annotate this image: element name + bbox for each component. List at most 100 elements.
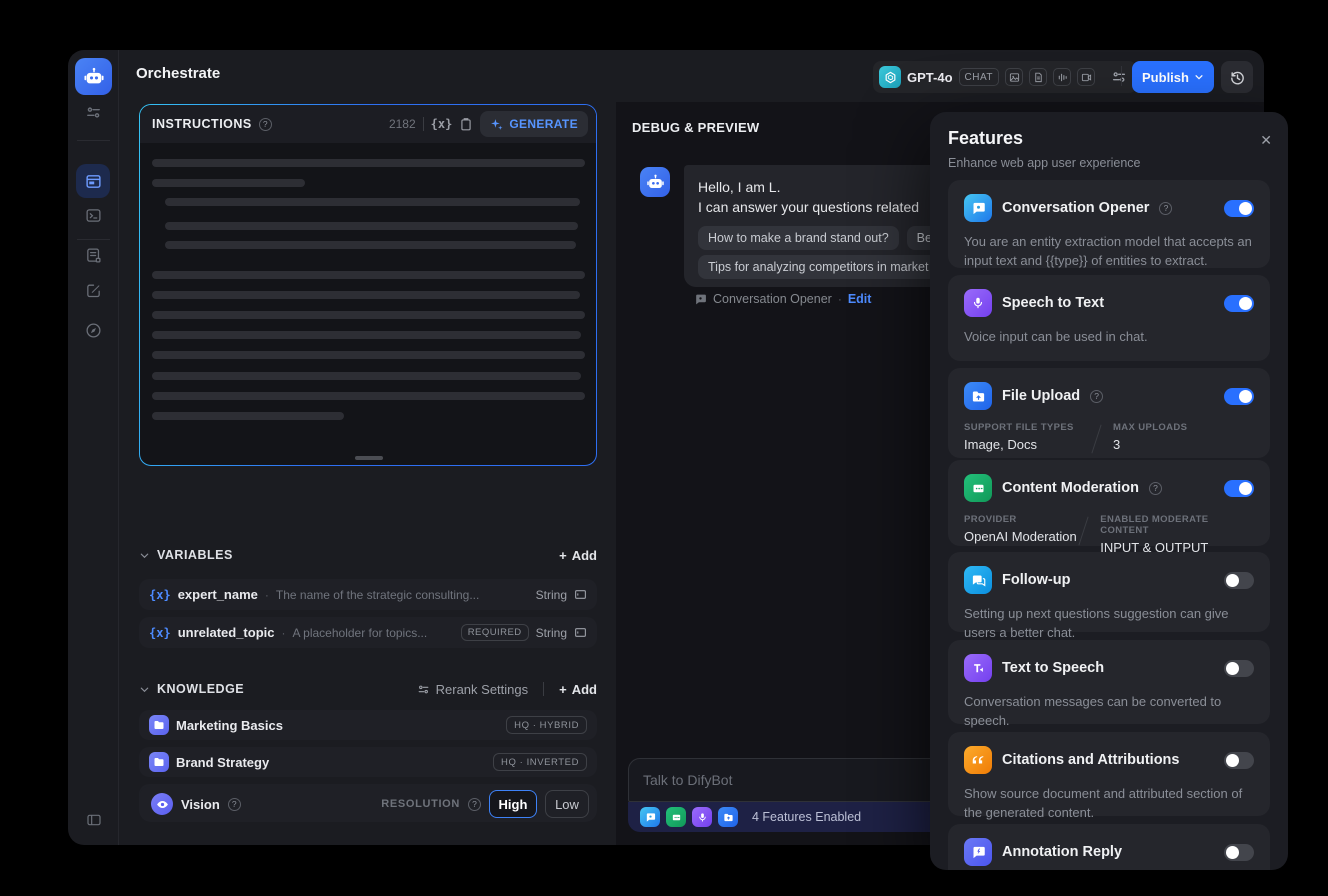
variable-type: String	[535, 587, 567, 602]
annotation-icon	[87, 284, 100, 298]
dot-separator: ·	[281, 625, 286, 640]
generate-label: GENERATE	[509, 117, 578, 131]
sidebar-item-terminal[interactable]	[68, 207, 119, 224]
follow-up-icon	[964, 566, 992, 594]
feature-card-text-to-speech: Text to Speech Conversation messages can…	[948, 640, 1270, 728]
rerank-label: Rerank Settings	[435, 681, 529, 697]
input-field-icon	[574, 626, 587, 639]
chevron-down-icon	[140, 687, 149, 692]
help-icon[interactable]: ?	[1148, 481, 1162, 495]
vision-eye-icon	[151, 793, 173, 815]
feature-title: Conversation Opener	[1002, 200, 1150, 216]
feature-card-conversation-opener: Conversation Opener ? You are an entity …	[948, 180, 1270, 268]
screenshot-stage: Orchestrate GPT-4o CHAT Publish INSTRUCT…	[0, 0, 1328, 896]
feature-card-follow-up: Follow-up Setting up next questions sugg…	[948, 552, 1270, 640]
sliders-icon	[418, 685, 428, 693]
sidebar	[68, 50, 119, 845]
sidebar-divider	[77, 140, 110, 141]
collapse-variables-button[interactable]	[139, 550, 150, 561]
toggle-annotation-reply[interactable]	[1224, 843, 1254, 861]
toggle-speech-to-text[interactable]	[1224, 294, 1254, 312]
collapse-knowledge-button[interactable]	[139, 684, 150, 695]
chevron-down-icon	[140, 553, 149, 558]
page-title: Orchestrate	[136, 65, 221, 82]
feature-description: You are an entity extraction model that …	[964, 234, 1252, 268]
copy-button[interactable]	[459, 117, 473, 131]
knowledge-label: KNOWLEDGE	[157, 682, 245, 696]
model-mode-badge: CHAT	[958, 68, 999, 86]
sidebar-item-logs[interactable]	[68, 247, 119, 264]
bot-avatar	[640, 167, 670, 197]
suggested-question-chip[interactable]: How to make a brand stand out?	[698, 226, 899, 250]
variable-row[interactable]: {x} expert_name · The name of the strate…	[139, 579, 597, 610]
help-icon[interactable]: ?	[1090, 389, 1104, 403]
terminal-icon	[86, 209, 101, 222]
feature-card-content-moderation: Content Moderation ? PROVIDER OpenAI Mod…	[948, 460, 1270, 555]
resolution-low-button[interactable]: Low	[545, 790, 589, 818]
model-selector[interactable]: GPT-4o CHAT	[873, 61, 1137, 93]
sidebar-item-orchestrate[interactable]	[76, 164, 110, 198]
app-window-icon	[85, 174, 101, 188]
close-icon[interactable]: ✕	[1260, 132, 1272, 149]
publish-button[interactable]: Publish	[1132, 61, 1214, 93]
feature-title: Citations and Attributions	[1002, 752, 1180, 768]
divider	[543, 682, 545, 696]
knowledge-row[interactable]: Brand Strategy HQ · INVERTED	[139, 747, 597, 777]
add-knowledge-button[interactable]: + Add	[559, 682, 597, 697]
help-icon[interactable]: ?	[227, 797, 241, 811]
dot-separator: ·	[837, 292, 842, 306]
feature-card-annotation-reply: Annotation Reply	[948, 824, 1270, 870]
suggested-question-chip[interactable]: Tips for analyzing competitors in market	[698, 255, 939, 279]
instructions-editor[interactable]: INSTRUCTIONS ? 2182 {x} GENERATE	[139, 104, 597, 466]
sliders-icon	[1113, 72, 1125, 82]
feature-description: Setting up next questions suggestion can…	[964, 606, 1229, 640]
resolution-high-button[interactable]: High	[489, 790, 537, 818]
resize-handle[interactable]	[355, 456, 383, 460]
video-capability-icon	[1077, 68, 1095, 86]
file-upload-icon	[964, 382, 992, 410]
content-moderation-mini-icon	[666, 807, 686, 827]
version-history-button[interactable]	[1221, 61, 1253, 93]
sparkle-icon	[491, 118, 503, 130]
sidebar-item-monitoring[interactable]	[68, 322, 119, 339]
column-label: PROVIDER	[964, 514, 1017, 525]
features-enabled-label: 4 Features Enabled	[752, 810, 862, 824]
variable-icon: {x}	[149, 587, 171, 602]
help-icon[interactable]: ?	[468, 797, 481, 811]
app-avatar-robot-icon[interactable]	[75, 58, 112, 95]
toggle-citations[interactable]	[1224, 751, 1254, 769]
add-variable-button[interactable]: + Add	[559, 548, 597, 563]
rerank-settings-button[interactable]: Rerank Settings	[417, 681, 529, 697]
moderate-content-column: ENABLED MODERATE CONTENT INPUT & OUTPUT	[1100, 514, 1254, 555]
sidebar-item-annotations[interactable]	[68, 282, 119, 299]
knowledge-row[interactable]: Marketing Basics HQ · HYBRID	[139, 710, 597, 740]
toggle-follow-up[interactable]	[1224, 571, 1254, 589]
toggle-file-upload[interactable]	[1224, 387, 1254, 405]
variable-description: A placeholder for topics...	[292, 625, 428, 640]
sidebar-divider	[77, 239, 110, 240]
required-badge: REQUIRED	[460, 624, 529, 641]
column-label: ENABLED MODERATE CONTENT	[1100, 514, 1209, 536]
feature-title: Annotation Reply	[1002, 844, 1123, 860]
toggle-content-moderation[interactable]	[1224, 479, 1254, 497]
input-field-icon	[574, 588, 587, 601]
variable-type: String	[535, 625, 567, 640]
help-icon[interactable]: ?	[258, 117, 272, 131]
generate-button[interactable]: GENERATE	[480, 111, 588, 137]
insert-variable-button[interactable]: {x}	[431, 117, 453, 131]
chat-bubble-icon	[694, 293, 707, 306]
help-icon[interactable]: ?	[1159, 201, 1173, 215]
variable-row[interactable]: {x} unrelated_topic · A placeholder for …	[139, 617, 597, 648]
conversation-opener-icon	[964, 194, 992, 222]
toggle-conversation-opener[interactable]	[1224, 199, 1254, 217]
toggle-text-to-speech[interactable]	[1224, 659, 1254, 677]
column-label: SUPPORT FILE TYPES	[964, 422, 1074, 433]
sidebar-item-settings[interactable]	[68, 104, 119, 121]
model-params-button[interactable]	[1111, 69, 1127, 85]
compass-icon	[86, 323, 101, 338]
edit-opener-link[interactable]: Edit	[848, 292, 872, 306]
file-types-column: SUPPORT FILE TYPES Image, Docs	[964, 422, 1096, 454]
collapse-sidebar-button[interactable]	[68, 812, 119, 828]
column-value: Image, Docs	[964, 437, 1037, 452]
variables-section: VARIABLES + Add {x} expert_name · The na…	[139, 544, 597, 648]
